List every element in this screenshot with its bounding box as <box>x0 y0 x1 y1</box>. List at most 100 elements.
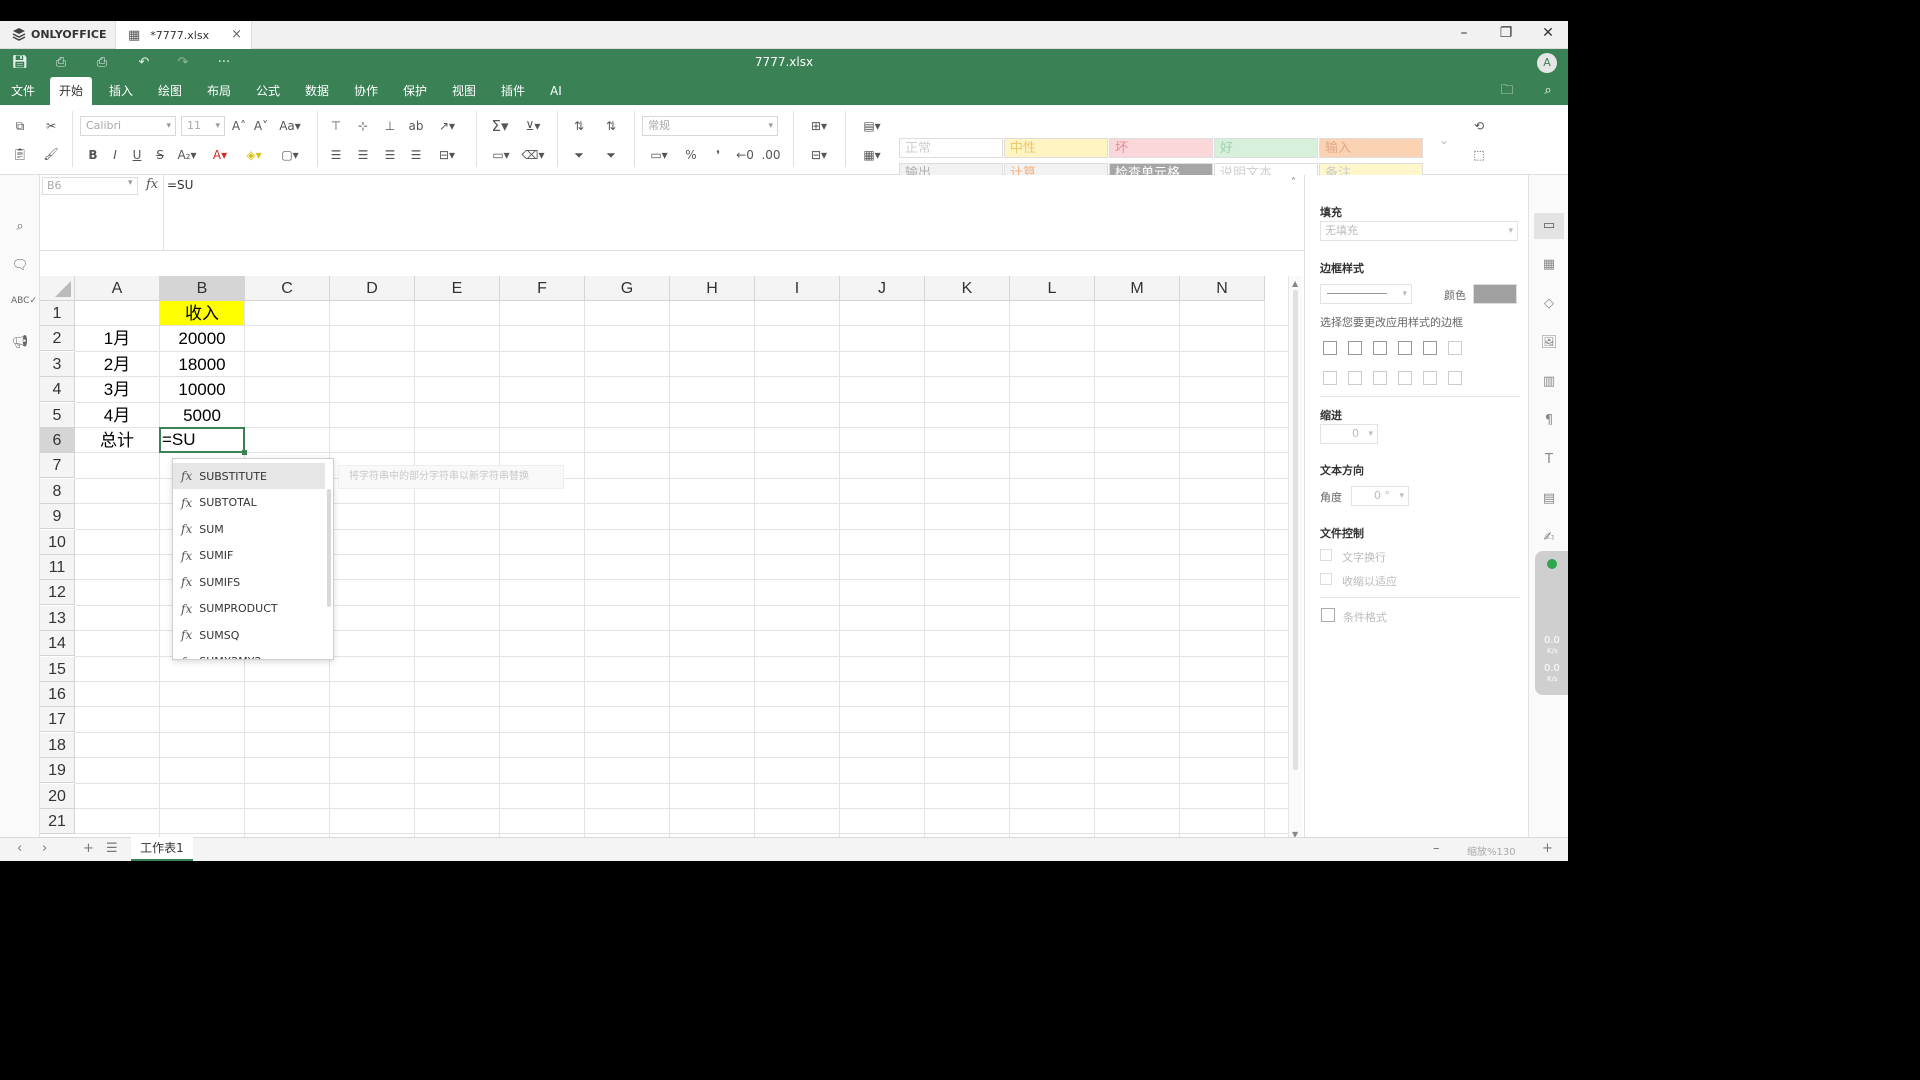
cell-b1[interactable]: 收入 <box>160 301 244 326</box>
column-header-m[interactable]: M <box>1095 276 1180 301</box>
column-header-l[interactable]: L <box>1010 276 1095 301</box>
cell-style-r1-0[interactable]: 正常 <box>899 138 1003 158</box>
border-option-icon[interactable] <box>1398 341 1412 355</box>
row-header-18[interactable]: 18 <box>40 732 75 758</box>
merge-cells-icon[interactable]: ⊟▾ <box>433 146 461 164</box>
cell-a2[interactable]: 1月 <box>75 326 159 350</box>
zoom-out-icon[interactable]: – <box>1433 841 1440 856</box>
sheet-tab[interactable]: 工作表1 <box>131 837 193 861</box>
cell-b2[interactable]: 20000 <box>160 326 244 350</box>
sort-descending-icon[interactable]: ⇅ <box>602 117 620 135</box>
format-as-table-icon[interactable]: ▦▾ <box>857 146 887 164</box>
row-header-3[interactable]: 3 <box>40 351 75 377</box>
minimize-button[interactable]: – <box>1449 25 1479 41</box>
align-top-icon[interactable]: ⊤ <box>327 117 345 135</box>
align-left-icon[interactable]: ☰ <box>327 146 345 164</box>
decrease-font-icon[interactable]: A˅ <box>252 117 270 135</box>
autocomplete-item[interactable]: fx SUMIF <box>173 543 325 569</box>
row-header-20[interactable]: 20 <box>40 783 75 809</box>
vertical-scrollbar[interactable]: ▲ ▼ <box>1288 276 1302 842</box>
increase-decimal-icon[interactable]: .00 <box>760 146 782 164</box>
menu-protect[interactable]: 保护 <box>394 77 436 105</box>
align-bottom-icon[interactable]: ⊥ <box>381 117 399 135</box>
menu-layout[interactable]: 布局 <box>198 77 240 105</box>
row-header-19[interactable]: 19 <box>40 758 75 784</box>
autosum-icon[interactable]: Σ▾ <box>486 117 514 135</box>
column-header-n[interactable]: N <box>1180 276 1265 301</box>
replace-icon[interactable]: ⟲ <box>1470 117 1488 135</box>
spellcheck-icon[interactable]: ABC✓ <box>11 296 37 314</box>
select-all-corner[interactable] <box>40 276 75 301</box>
conditional-format-icon[interactable] <box>1321 608 1335 622</box>
autocomplete-scrollbar[interactable] <box>327 489 331 607</box>
bold-icon[interactable]: B <box>84 146 102 164</box>
border-option-icon[interactable] <box>1423 341 1437 355</box>
row-header-16[interactable]: 16 <box>40 682 75 707</box>
column-header-d[interactable]: D <box>330 276 415 301</box>
row-header-13[interactable]: 13 <box>40 605 75 631</box>
align-middle-icon[interactable]: ⊹ <box>354 117 372 135</box>
conditional-format-button[interactable]: 条件格式 <box>1343 609 1387 625</box>
justify-icon[interactable]: ☰ <box>407 146 425 164</box>
close-tab-icon[interactable]: × <box>231 27 242 42</box>
restore-button[interactable]: ❐ <box>1491 25 1521 41</box>
increase-font-icon[interactable]: A˄ <box>230 117 248 135</box>
select-all-icon[interactable]: ⬚ <box>1470 146 1488 164</box>
font-name-select[interactable]: Calibri <box>80 116 176 136</box>
menu-home[interactable]: 开始 <box>50 77 93 105</box>
border-option-icon[interactable] <box>1348 371 1362 385</box>
menu-file[interactable]: 文件 <box>2 77 44 105</box>
number-format-select[interactable]: 常规 <box>642 116 778 136</box>
font-size-select[interactable]: 11 <box>181 116 225 136</box>
row-header-21[interactable]: 21 <box>40 809 75 834</box>
scroll-up-icon[interactable]: ▲ <box>1292 279 1298 288</box>
row-header-11[interactable]: 11 <box>40 555 75 580</box>
function-autocomplete-list[interactable]: fx SUBSTITUTE fx SUBTOTAL fx SUM fx SUMIF fx SUMI… <box>172 458 334 660</box>
next-sheet-icon[interactable]: › <box>42 841 47 856</box>
comments-icon[interactable]: 🗨︎ <box>11 258 29 276</box>
close-window-button[interactable]: ✕ <box>1533 25 1563 41</box>
autocomplete-item[interactable]: fx SUMPRODUCT <box>173 596 325 622</box>
scroll-thumb[interactable] <box>1293 290 1298 770</box>
autocomplete-item[interactable]: fx SUBTOTAL <box>173 490 325 516</box>
border-option-icon[interactable] <box>1323 371 1337 385</box>
cell-style-r1-4[interactable]: 输入 <box>1319 138 1423 158</box>
cell-a5[interactable]: 4月 <box>75 403 159 427</box>
italic-icon[interactable]: I <box>106 146 124 164</box>
menu-draw[interactable]: 绘图 <box>149 77 191 105</box>
text-art-icon[interactable]: T <box>1540 452 1558 470</box>
border-option-icon[interactable] <box>1373 371 1387 385</box>
comma-style-icon[interactable]: ❜ <box>709 146 727 164</box>
search-icon[interactable]: ⌕ <box>11 219 29 237</box>
border-option-icon[interactable] <box>1348 341 1362 355</box>
cell-settings-icon[interactable]: ▭ <box>1534 213 1564 239</box>
sort-ascending-icon[interactable]: ⇅ <box>570 117 588 135</box>
user-avatar[interactable]: A <box>1537 53 1557 73</box>
row-header-6[interactable]: 6 <box>40 428 75 453</box>
autocomplete-item[interactable]: fx SUMIFS <box>173 569 325 595</box>
shrink-to-fit-checkbox[interactable] <box>1320 573 1332 585</box>
column-header-g[interactable]: G <box>585 276 670 301</box>
border-option-icon[interactable] <box>1323 341 1337 355</box>
column-header-k[interactable]: K <box>925 276 1010 301</box>
image-settings-icon[interactable]: 🖼︎ <box>1540 335 1558 353</box>
sheet-list-icon[interactable]: ☰ <box>106 841 118 856</box>
row-header-4[interactable]: 4 <box>40 377 75 403</box>
row-header-7[interactable]: 7 <box>40 453 75 479</box>
column-header-i[interactable]: I <box>755 276 840 301</box>
row-header-14[interactable]: 14 <box>40 631 75 657</box>
name-box-dropdown-icon[interactable]: ▾ <box>128 178 133 188</box>
angle-spinner[interactable]: 0 ° <box>1351 486 1409 506</box>
row-header-12[interactable]: 12 <box>40 580 75 606</box>
row-header-2[interactable]: 2 <box>40 326 75 352</box>
cell-b4[interactable]: 10000 <box>160 377 244 401</box>
column-header-c[interactable]: C <box>245 276 330 301</box>
clear-filter-icon[interactable]: ⏷ <box>602 146 620 164</box>
border-color-swatch[interactable] <box>1473 284 1517 304</box>
cell-style-r1-1[interactable]: 中性 <box>1004 138 1108 158</box>
filter-icon[interactable]: ⏷ <box>570 146 588 164</box>
formula-input[interactable]: =SU <box>167 178 193 192</box>
column-header-f[interactable]: F <box>500 276 585 301</box>
border-option-icon[interactable] <box>1423 371 1437 385</box>
menu-plugins[interactable]: 插件 <box>492 77 534 105</box>
